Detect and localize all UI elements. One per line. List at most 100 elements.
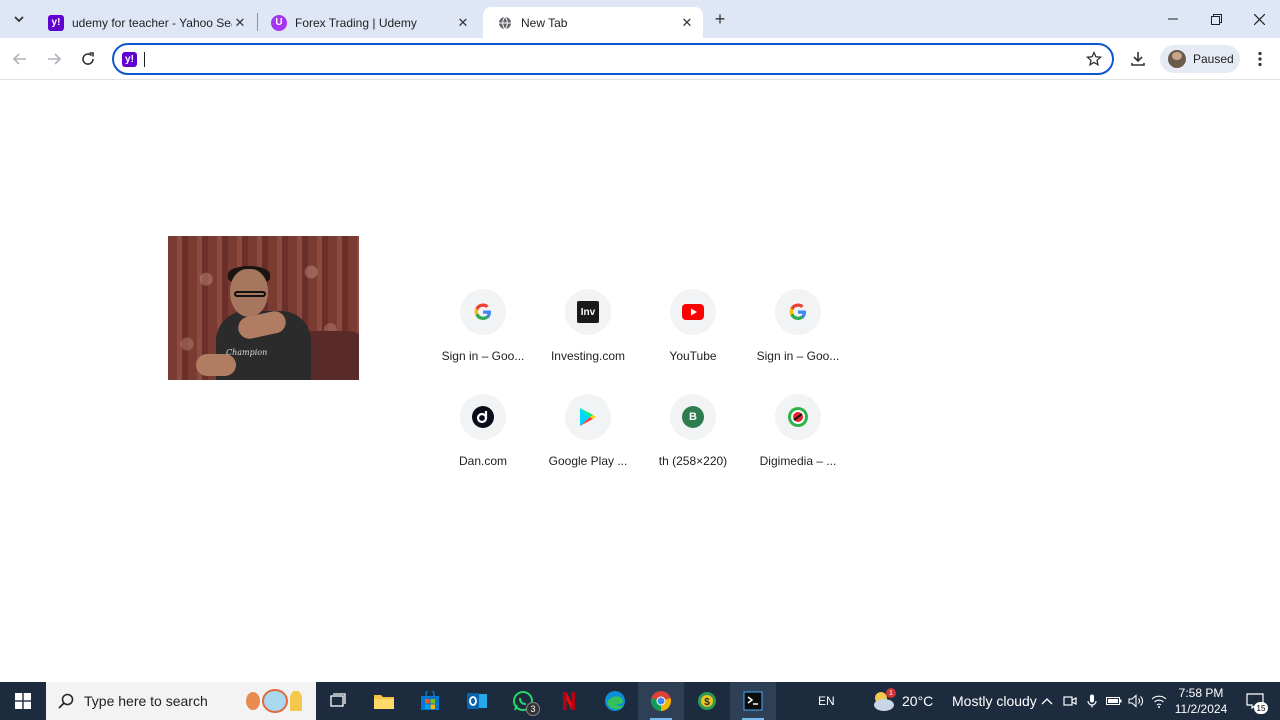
- close-icon: [1253, 13, 1265, 25]
- weather-alert-badge: 1: [886, 688, 896, 698]
- weather-widget-icon-wrap[interactable]: 1: [868, 682, 898, 720]
- shortcut-tile[interactable]: Sign in – Goo...: [435, 281, 531, 381]
- system-clock[interactable]: 7:58 PM 11/2/2024: [1170, 685, 1232, 717]
- clock-date: 11/2/2024: [1174, 702, 1228, 716]
- outlook-button[interactable]: [454, 682, 500, 720]
- shortcut-tile[interactable]: Sign in – Goo...: [750, 281, 846, 381]
- notification-center-button[interactable]: 15: [1238, 682, 1272, 720]
- search-highlight-decoration: [246, 688, 306, 714]
- arrow-right-icon: [48, 53, 62, 65]
- close-icon[interactable]: ✕: [679, 15, 695, 31]
- shortcut-tile[interactable]: Digimedia – ...: [750, 386, 846, 486]
- tab-yahoo-search[interactable]: y! udemy for teacher - Yahoo Sear ✕: [34, 7, 256, 38]
- show-hidden-icons-button[interactable]: [1036, 682, 1058, 720]
- avatar: [1168, 50, 1186, 68]
- yahoo-icon: y!: [48, 14, 64, 31]
- edge-button[interactable]: [592, 682, 638, 720]
- webcam-overlay: Champion: [168, 236, 359, 380]
- chevron-up-icon: [1041, 698, 1053, 705]
- terminal-app-icon: [743, 691, 763, 711]
- star-icon: [1086, 51, 1102, 67]
- microphone-button[interactable]: [1081, 682, 1103, 720]
- search-icon: [58, 693, 74, 709]
- input-language[interactable]: EN: [818, 682, 835, 720]
- folder-icon: [374, 695, 394, 709]
- more-menu-button[interactable]: [1250, 47, 1270, 71]
- trading-app-button[interactable]: $: [684, 682, 730, 720]
- shirt-logo: Champion: [226, 348, 268, 357]
- chrome-button[interactable]: [638, 682, 684, 720]
- microphone-icon: [1087, 694, 1097, 708]
- text-cursor: [144, 52, 145, 67]
- meet-now-button[interactable]: [1059, 682, 1081, 720]
- digimedia-icon: [788, 407, 808, 427]
- speaker-icon: [1128, 694, 1143, 708]
- close-icon[interactable]: ✕: [232, 15, 248, 31]
- battery-charging-icon: [1106, 697, 1122, 705]
- weather-description[interactable]: Mostly cloudy: [952, 682, 1037, 720]
- back-button[interactable]: [8, 47, 32, 71]
- clock-time: 7:58 PM: [1178, 686, 1224, 700]
- minimize-button[interactable]: [1158, 8, 1188, 30]
- google-icon: [474, 303, 491, 320]
- minimize-icon: [1168, 18, 1178, 20]
- shortcut-label: Sign in – Goo...: [756, 349, 840, 363]
- whatsapp-button[interactable]: 3: [500, 682, 546, 720]
- google-icon: [789, 303, 806, 320]
- volume-button[interactable]: [1125, 682, 1147, 720]
- restore-button[interactable]: [1201, 8, 1231, 30]
- bookmark-star-button[interactable]: [1084, 49, 1104, 69]
- notification-count-badge: 15: [1254, 702, 1268, 714]
- reload-button[interactable]: [76, 47, 100, 71]
- shortcut-label: YouTube: [669, 349, 717, 363]
- new-tab-button[interactable]: +: [710, 9, 730, 29]
- battery-button[interactable]: [1103, 682, 1125, 720]
- windows-taskbar: Type here to search 3 $ EN 1 20°C Mostly…: [0, 682, 1280, 720]
- shortcut-label: Sign in – Goo...: [441, 349, 525, 363]
- shortcut-label: Digimedia – ...: [759, 454, 837, 468]
- close-window-button[interactable]: [1244, 8, 1274, 30]
- network-button[interactable]: [1148, 682, 1170, 720]
- downloads-button[interactable]: [1126, 47, 1150, 71]
- tab-new-tab[interactable]: New Tab ✕: [483, 7, 703, 38]
- youtube-icon: [682, 304, 704, 320]
- address-input[interactable]: [150, 49, 1050, 69]
- start-button[interactable]: [0, 682, 46, 720]
- udemy-icon: U: [271, 14, 287, 31]
- tab-forex-udemy[interactable]: U Forex Trading | Udemy ✕: [257, 7, 479, 38]
- address-bar[interactable]: y!: [112, 43, 1114, 75]
- shortcut-label: Investing.com: [550, 349, 626, 363]
- wifi-icon: [1151, 695, 1167, 708]
- shortcut-label: th (258×220): [658, 454, 728, 468]
- file-explorer-button[interactable]: [361, 682, 407, 720]
- shortcut-label: Dan.com: [458, 454, 508, 468]
- profile-button[interactable]: Paused: [1160, 45, 1240, 73]
- new-tab-page: Champion Sign in – Goo... Inv Investing.…: [0, 81, 1280, 682]
- edge-icon: [605, 691, 625, 711]
- tab-search-button[interactable]: [8, 8, 30, 30]
- task-view-button[interactable]: [315, 682, 361, 720]
- search-placeholder: Type here to search: [84, 693, 208, 709]
- close-icon[interactable]: ✕: [455, 15, 471, 31]
- profile-status: Paused: [1193, 52, 1234, 66]
- shortcut-tile[interactable]: Inv Investing.com: [540, 281, 636, 381]
- forward-button[interactable]: [42, 47, 66, 71]
- svg-text:$: $: [704, 697, 710, 708]
- letter-b-icon: B: [682, 406, 704, 428]
- shortcut-tile[interactable]: Dan.com: [435, 386, 531, 486]
- tab-title: New Tab: [521, 15, 568, 30]
- shortcut-tile[interactable]: Google Play ...: [540, 386, 636, 486]
- whatsapp-unread-badge: 3: [526, 702, 540, 716]
- taskbar-search-box[interactable]: Type here to search: [46, 682, 316, 720]
- netflix-button[interactable]: [546, 682, 592, 720]
- shortcut-tile[interactable]: B th (258×220): [645, 386, 741, 486]
- shortcut-label: Google Play ...: [548, 454, 628, 468]
- windows-icon: [15, 693, 31, 709]
- weather-temperature[interactable]: 20°C: [902, 682, 933, 720]
- screen-recorder-button[interactable]: [730, 682, 776, 720]
- microsoft-store-button[interactable]: [407, 682, 453, 720]
- tab-title: Forex Trading | Udemy: [295, 15, 417, 30]
- chrome-icon: [651, 691, 671, 711]
- shortcut-tile[interactable]: YouTube: [645, 281, 741, 381]
- reload-icon: [82, 52, 94, 65]
